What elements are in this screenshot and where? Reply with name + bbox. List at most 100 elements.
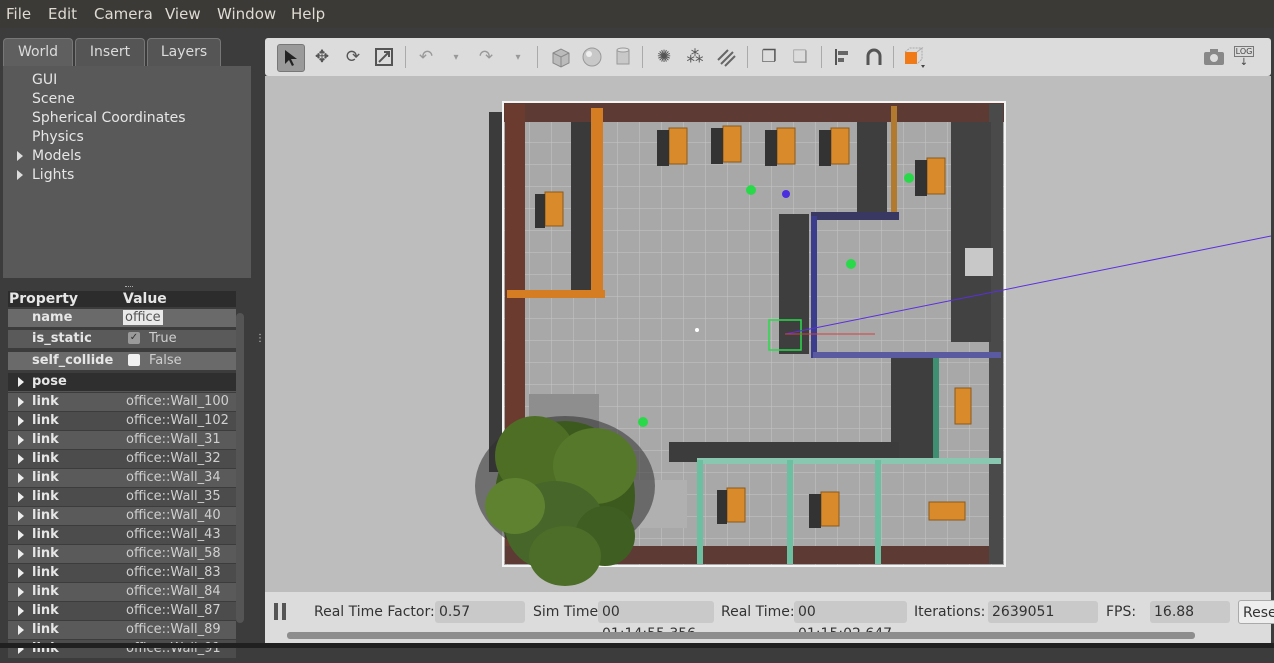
snap-icon[interactable] <box>861 44 887 70</box>
actor[interactable] <box>638 417 648 427</box>
tab-world[interactable]: World <box>3 38 73 66</box>
property-row-link[interactable]: link office::Wall_43 <box>8 526 236 544</box>
tree-item-physics[interactable]: Physics <box>32 129 84 145</box>
view-angle-icon[interactable] <box>901 44 927 70</box>
directional-light-icon[interactable] <box>713 44 739 70</box>
menu-file[interactable]: File <box>6 5 31 23</box>
tab-layers[interactable]: Layers <box>147 38 221 66</box>
wall-inner <box>571 122 591 294</box>
expand-arrow-icon[interactable] <box>18 511 24 521</box>
checkbox-unchecked-icon[interactable] <box>128 354 140 366</box>
scale-icon[interactable] <box>371 44 397 70</box>
tree-item-gui[interactable]: GUI <box>32 72 57 88</box>
property-value[interactable]: office <box>123 310 163 325</box>
property-row-self-collide[interactable]: self_collide False <box>8 352 236 370</box>
property-row-link[interactable]: link office::Wall_34 <box>8 469 236 487</box>
desk[interactable] <box>544 191 564 227</box>
wall-orange <box>591 108 603 298</box>
menu-view[interactable]: View <box>165 5 201 23</box>
property-row-link[interactable]: link office::Wall_89 <box>8 621 236 639</box>
tree-item-scene[interactable]: Scene <box>32 91 75 107</box>
expand-arrow-icon[interactable] <box>18 435 24 445</box>
reset-button[interactable]: Rese <box>1238 600 1274 624</box>
property-row-name[interactable]: name office <box>8 309 236 327</box>
tree-item-lights[interactable]: Lights <box>32 167 74 183</box>
expand-arrow-icon[interactable] <box>18 530 24 540</box>
expand-arrow-icon[interactable] <box>18 625 24 635</box>
cylinder-shape-icon[interactable] <box>610 44 636 70</box>
property-row-link[interactable]: link office::Wall_58 <box>8 545 236 563</box>
undo-dropdown-icon[interactable]: ▾ <box>443 44 469 70</box>
desk[interactable] <box>726 487 746 523</box>
copy-icon[interactable]: ❐ <box>756 44 782 70</box>
expand-arrow-icon[interactable] <box>18 377 24 387</box>
property-row-link[interactable]: link office::Wall_35 <box>8 488 236 506</box>
desk[interactable] <box>722 125 742 163</box>
paste-icon[interactable]: ❏ <box>787 44 813 70</box>
property-row-link[interactable]: link office::Wall_31 <box>8 431 236 449</box>
property-row-link[interactable]: link office::Wall_87 <box>8 602 236 620</box>
panel-resize-handle[interactable]: ⋮ <box>255 333 265 344</box>
desk[interactable] <box>954 387 972 425</box>
redo-icon[interactable]: ↷ <box>473 44 499 70</box>
actor[interactable] <box>904 173 914 183</box>
actor[interactable] <box>746 185 756 195</box>
property-row-link[interactable]: link office::Wall_102 <box>8 412 236 430</box>
tab-insert[interactable]: Insert <box>75 38 145 66</box>
rotate-icon[interactable]: ⟳ <box>340 44 366 70</box>
tree-item-spherical-coordinates[interactable]: Spherical Coordinates <box>32 110 186 126</box>
desk[interactable] <box>926 157 946 195</box>
expand-arrow-icon[interactable] <box>18 492 24 502</box>
expand-arrow-icon[interactable] <box>18 606 24 616</box>
sphere-shape-icon[interactable] <box>579 44 605 70</box>
property-row-link[interactable]: link office::Wall_40 <box>8 507 236 525</box>
menu-window[interactable]: Window <box>217 5 276 23</box>
tree-item-models[interactable]: Models <box>32 148 81 164</box>
scene-render[interactable] <box>265 76 1271 592</box>
property-row-link[interactable]: link office::Wall_32 <box>8 450 236 468</box>
redo-dropdown-icon[interactable]: ▾ <box>505 44 531 70</box>
expand-arrow-icon[interactable] <box>18 397 24 407</box>
desk[interactable] <box>820 491 840 527</box>
expand-arrow-icon[interactable] <box>18 587 24 597</box>
expand-arrow-icon[interactable] <box>18 454 24 464</box>
horizontal-scrollbar[interactable] <box>287 632 1195 639</box>
property-row-link[interactable]: link office::Wall_83 <box>8 564 236 582</box>
scene-viewport[interactable] <box>265 76 1271 592</box>
menu-camera[interactable]: Camera <box>94 5 153 23</box>
pause-icon[interactable] <box>274 603 278 620</box>
log-icon[interactable]: LOG ↓ <box>1231 44 1257 70</box>
desk[interactable] <box>928 501 966 521</box>
actor[interactable] <box>846 259 856 269</box>
property-row-link[interactable]: link office::Wall_84 <box>8 583 236 601</box>
pause-icon-bar[interactable] <box>282 603 286 620</box>
spot-light-icon[interactable]: ⁂ <box>682 44 708 70</box>
property-row-is-static[interactable]: is_static ✓ True <box>8 330 236 348</box>
expand-arrow-icon[interactable] <box>18 473 24 483</box>
property-value: office::Wall_35 <box>126 489 221 504</box>
menu-help[interactable]: Help <box>291 5 325 23</box>
translate-icon[interactable]: ✥ <box>309 44 335 70</box>
point-light-icon[interactable]: ✺ <box>651 44 677 70</box>
desk[interactable] <box>776 127 796 165</box>
screenshot-icon[interactable] <box>1201 44 1227 70</box>
align-icon[interactable] <box>830 44 856 70</box>
checkbox-checked-icon[interactable]: ✓ <box>128 332 140 344</box>
marker-point <box>695 328 699 332</box>
property-row-pose[interactable]: pose <box>8 373 236 392</box>
property-scrollbar[interactable] <box>236 313 244 623</box>
menu-edit[interactable]: Edit <box>48 5 77 23</box>
property-key: link <box>32 413 59 428</box>
desk[interactable] <box>668 127 688 165</box>
expand-arrow-icon[interactable] <box>17 151 23 161</box>
undo-icon[interactable]: ↶ <box>413 44 439 70</box>
expand-arrow-icon[interactable] <box>18 549 24 559</box>
rtf-label: Real Time Factor: <box>314 604 435 620</box>
property-row-link[interactable]: link office::Wall_100 <box>8 393 236 411</box>
expand-arrow-icon[interactable] <box>18 416 24 426</box>
select-arrow-icon[interactable] <box>277 44 305 72</box>
box-shape-icon[interactable] <box>548 44 574 70</box>
desk[interactable] <box>830 127 850 165</box>
expand-arrow-icon[interactable] <box>18 568 24 578</box>
expand-arrow-icon[interactable] <box>17 170 23 180</box>
